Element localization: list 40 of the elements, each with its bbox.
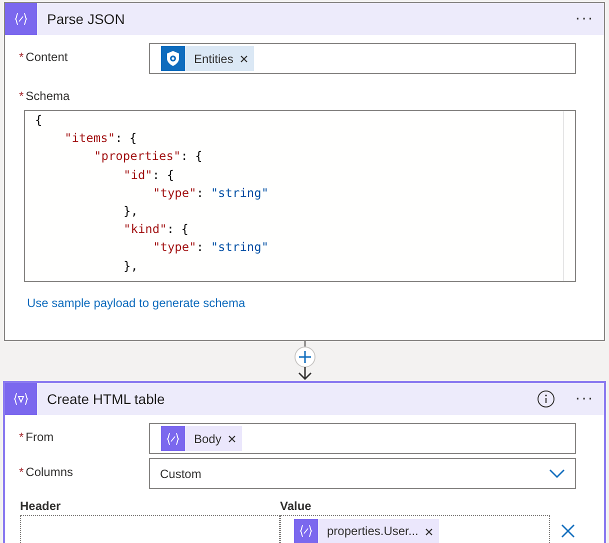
- code-line: "items": {: [64, 130, 138, 148]
- columns-dropdown[interactable]: Custom: [149, 458, 576, 489]
- code-line: "type": "string": [152, 239, 270, 256]
- more-options-button[interactable]: ···: [565, 391, 604, 407]
- remove-button[interactable]: [240, 52, 248, 64]
- dynamic-content-token[interactable]: Entities: [161, 46, 254, 71]
- column-header: Header: [20, 498, 62, 515]
- generate-schema-link[interactable]: Use sample payload to generate schema: [27, 296, 246, 310]
- required-mark: *: [19, 50, 24, 64]
- field-label: Schema: [26, 89, 70, 103]
- code-line: "properties": {: [93, 148, 204, 166]
- chevron-down-icon: [549, 468, 565, 478]
- field-label: From: [26, 430, 54, 444]
- input-field[interactable]: Body: [149, 423, 576, 454]
- code-line: "id": {: [122, 166, 176, 184]
- expression-icon: [161, 426, 185, 451]
- code-editor[interactable]: { "items": { "properties": { "id": { "type": "string" }, "kind": { "type": "string" },: [24, 110, 576, 282]
- code-line: "type": "string": [152, 184, 270, 202]
- required-mark: *: [19, 465, 24, 479]
- code-line: },: [122, 202, 139, 220]
- value-input[interactable]: properties.User...: [280, 515, 550, 543]
- card-title: Parse JSON: [47, 10, 126, 28]
- required-mark: *: [19, 430, 24, 444]
- input-field[interactable]: Entities: [149, 43, 576, 74]
- column-header: Value: [280, 498, 312, 515]
- info-icon[interactable]: [537, 390, 556, 408]
- code-line: },: [122, 258, 139, 274]
- code-line: {: [34, 112, 44, 129]
- header-input[interactable]: [20, 515, 280, 543]
- dynamic-content-token[interactable]: properties.User...: [294, 518, 440, 543]
- add-step-connector[interactable]: [292, 341, 318, 381]
- code-line: "kind": {: [122, 221, 190, 238]
- dynamic-content-token[interactable]: Body: [161, 426, 242, 451]
- remove-button[interactable]: [228, 432, 236, 444]
- field-label: Columns: [26, 465, 74, 479]
- field-label: Content: [26, 50, 68, 64]
- card-title: Create HTML table: [47, 390, 166, 408]
- required-mark: *: [19, 89, 24, 103]
- shield-icon: [161, 46, 185, 71]
- more-options-button[interactable]: ···: [565, 11, 604, 27]
